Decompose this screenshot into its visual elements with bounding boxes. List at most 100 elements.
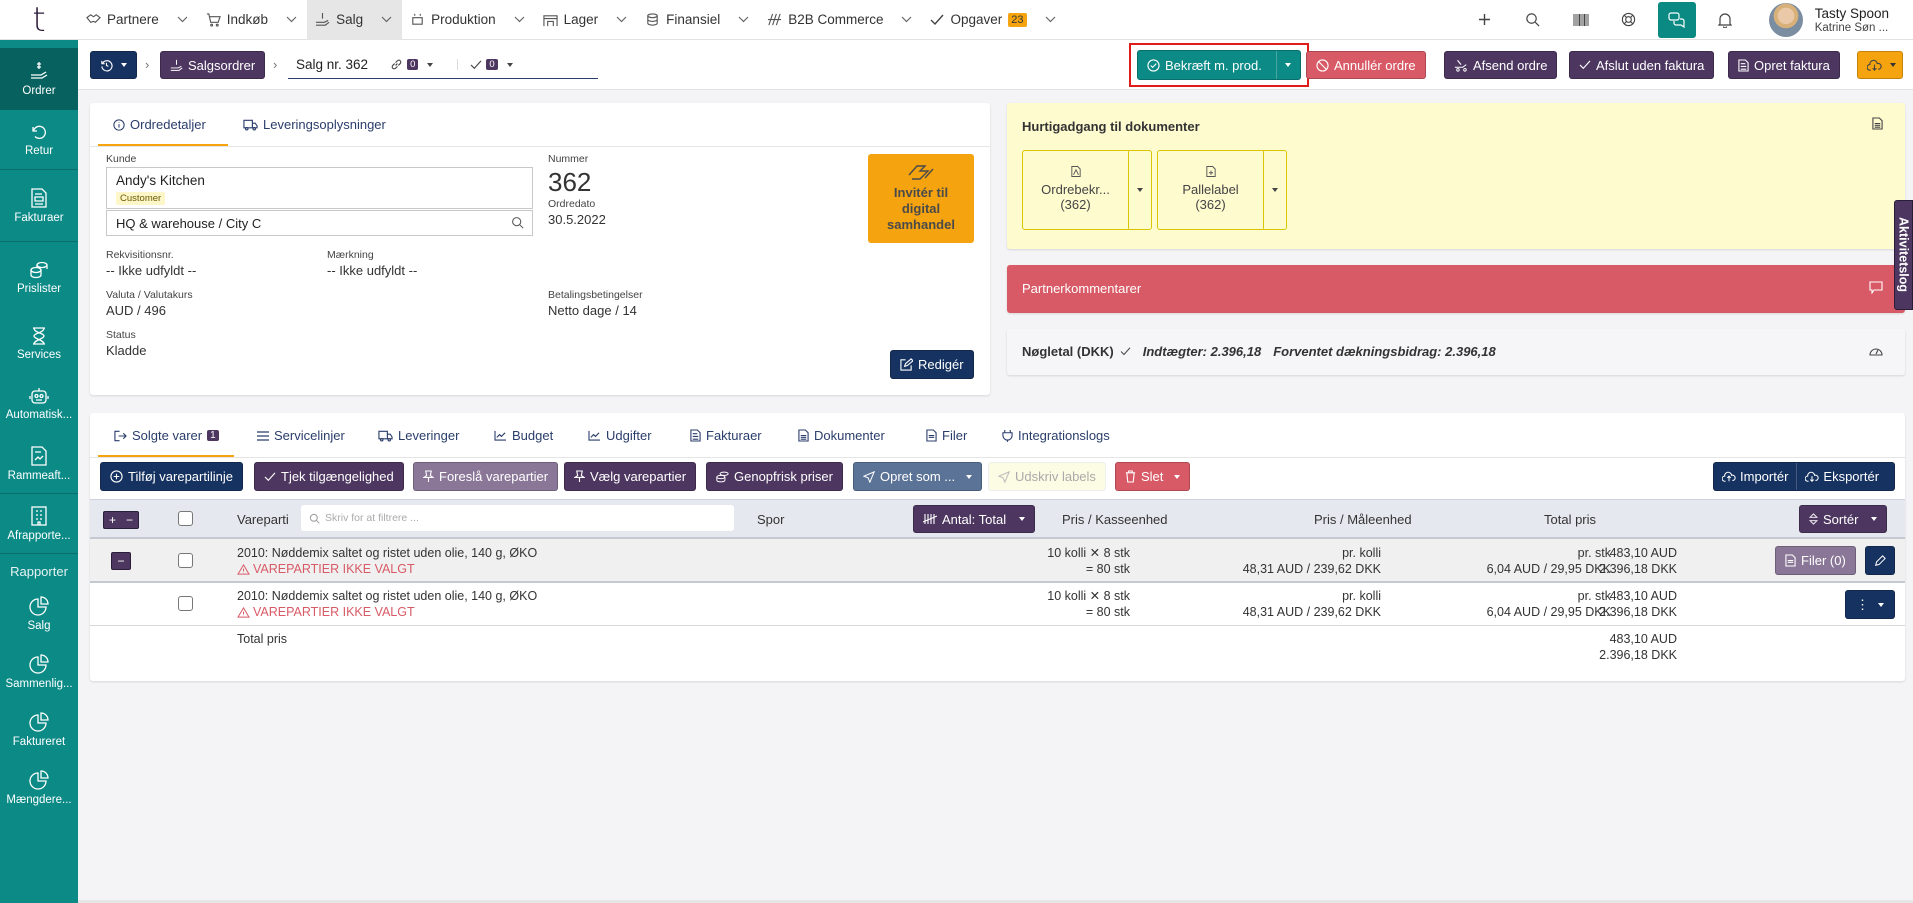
sidebar-item-ordrer[interactable]: Ordrer bbox=[0, 48, 78, 110]
table-row[interactable]: 2010: Nøddemix saltet og ristet uden oli… bbox=[90, 583, 1905, 626]
sidebar-item-prislister[interactable]: Prislister bbox=[0, 242, 78, 314]
nav-opgaver[interactable]: Opgaver 23 bbox=[922, 0, 1065, 40]
chevron-down-icon[interactable] bbox=[514, 16, 525, 23]
choose-lots-button[interactable]: Vælg varepartier bbox=[564, 462, 697, 491]
row-actions-menu[interactable]: ⋮ bbox=[1845, 590, 1895, 619]
sidebar-report-faktureret[interactable]: Faktureret bbox=[0, 701, 78, 759]
nav-b2b-commerce[interactable]: B2B Commerce bbox=[759, 0, 922, 40]
app-logo[interactable]: t bbox=[0, 0, 78, 40]
history-button[interactable] bbox=[90, 51, 137, 79]
collapse-row-button[interactable]: − bbox=[111, 552, 131, 570]
lifebuoy-icon[interactable] bbox=[1605, 0, 1653, 40]
row-product-name[interactable]: 2010: Nøddemix saltet og ristet uden oli… bbox=[237, 588, 537, 604]
invite-digital-trade-button[interactable]: Invitér til digital samhandel bbox=[868, 154, 974, 243]
expand-collapse-all[interactable]: + − bbox=[103, 511, 139, 529]
edit-button[interactable]: Redigér bbox=[890, 350, 974, 379]
create-invoice-button[interactable]: Opret faktura bbox=[1728, 51, 1840, 79]
cloud-actions-button[interactable] bbox=[1857, 51, 1903, 79]
nav-lager[interactable]: Lager bbox=[535, 0, 638, 40]
expand-all-icon[interactable]: + bbox=[109, 513, 116, 527]
suggest-lots-button[interactable]: Foreslå varepartier bbox=[413, 462, 559, 491]
tab-leveringer[interactable]: Leveringer bbox=[378, 428, 459, 443]
import-button[interactable]: Importér bbox=[1714, 463, 1798, 490]
doc-order-confirmation[interactable]: Ordrebekr... (362) bbox=[1022, 150, 1152, 230]
select-all-checkbox[interactable] bbox=[178, 511, 193, 526]
customer-input[interactable]: Andy's Kitchen Customer bbox=[106, 167, 533, 209]
tab-filer[interactable]: Filer bbox=[926, 428, 967, 443]
confirm-production-button[interactable]: Bekræft m. prod. bbox=[1137, 50, 1301, 80]
tab-leveringsoplysninger[interactable]: Leveringsoplysninger bbox=[243, 117, 386, 132]
chevron-down-icon[interactable] bbox=[738, 16, 749, 23]
chevron-down-icon[interactable] bbox=[381, 16, 392, 23]
document-icon[interactable] bbox=[1872, 117, 1883, 130]
partner-comments-panel[interactable]: Partnerkommentarer bbox=[1007, 265, 1905, 313]
sidebar-report-sammenligning[interactable]: Sammenlig... bbox=[0, 643, 78, 701]
sidebar-item-services[interactable]: Services bbox=[0, 314, 78, 374]
nav-finansiel[interactable]: Finansiel bbox=[637, 0, 759, 40]
comment-icon[interactable] bbox=[1869, 281, 1883, 294]
chevron-down-icon[interactable] bbox=[901, 16, 912, 23]
nav-partnere[interactable]: Partnere bbox=[78, 0, 198, 40]
tab-dokumenter[interactable]: Dokumenter bbox=[798, 428, 885, 443]
add-icon[interactable] bbox=[1461, 0, 1509, 40]
search-icon[interactable] bbox=[1509, 0, 1557, 40]
add-line-button[interactable]: Tilføj varepartilinje bbox=[100, 462, 243, 491]
export-button[interactable]: Eksportér bbox=[1797, 463, 1887, 490]
activity-log-tab[interactable]: Aktivitetslog bbox=[1894, 200, 1913, 310]
search-icon[interactable] bbox=[511, 216, 524, 229]
close-without-invoice-button[interactable]: Afslut uden faktura bbox=[1569, 51, 1715, 79]
sidebar-report-maengde[interactable]: Mængdere... bbox=[0, 759, 78, 817]
send-order-button[interactable]: Afsend ordre bbox=[1444, 51, 1558, 79]
chat-icon[interactable] bbox=[1657, 1, 1696, 38]
doc-open[interactable]: Ordrebekr... (362) bbox=[1023, 151, 1128, 229]
chevron-down-icon[interactable] bbox=[286, 16, 297, 23]
sidebar-item-afrapportering[interactable]: Afrapporte... bbox=[0, 494, 78, 554]
tab-solgte-varer[interactable]: Solgte varer 1 bbox=[114, 428, 219, 443]
sort-button[interactable]: Sortér bbox=[1799, 505, 1888, 533]
tab-udgifter[interactable]: Udgifter bbox=[588, 428, 652, 443]
bell-icon[interactable] bbox=[1701, 0, 1749, 40]
quantity-mode-button[interactable]: Antal: Total bbox=[913, 505, 1036, 533]
chevron-down-icon[interactable] bbox=[616, 16, 627, 23]
row-files-button[interactable]: Filer (0) bbox=[1775, 546, 1856, 575]
doc-dropdown-toggle[interactable] bbox=[1263, 151, 1286, 229]
check-availability-button[interactable]: Tjek tilgængelighed bbox=[254, 462, 404, 491]
sidebar-item-retur[interactable]: Retur bbox=[0, 110, 78, 170]
barcode-icon[interactable] bbox=[1557, 0, 1605, 40]
row-checkbox[interactable] bbox=[178, 596, 193, 611]
nav-salg[interactable]: Salg bbox=[307, 0, 403, 40]
tab-budget[interactable]: Budget bbox=[494, 428, 553, 443]
sidebar-item-rammeaftaler[interactable]: Rammeaft... bbox=[0, 434, 78, 494]
doc-pallet-label[interactable]: Pallelabel (362) bbox=[1157, 150, 1287, 230]
cancel-order-button[interactable]: Annullér ordre bbox=[1306, 51, 1426, 79]
checks-dropdown[interactable]: 0 bbox=[457, 59, 513, 70]
refresh-prices-button[interactable]: Genopfrisk priser bbox=[706, 462, 843, 491]
tab-fakturaer[interactable]: Fakturaer bbox=[690, 428, 762, 443]
tab-ordredetaljer[interactable]: Ordredetaljer bbox=[113, 117, 206, 132]
confirm-dropdown-toggle[interactable] bbox=[1276, 51, 1291, 79]
delete-button[interactable]: Slet bbox=[1115, 462, 1191, 491]
tab-servicelinjer[interactable]: Servicelinjer bbox=[257, 428, 345, 443]
collapse-all-icon[interactable]: − bbox=[126, 513, 133, 527]
breadcrumb-salgsordrer[interactable]: Salgsordrer bbox=[160, 51, 266, 79]
doc-open[interactable]: Pallelabel (362) bbox=[1158, 151, 1263, 229]
table-row[interactable]: − 2010: Nøddemix saltet og ristet uden o… bbox=[90, 539, 1905, 583]
filter-input[interactable]: Skriv for at filtrere ... bbox=[301, 505, 734, 531]
sidebar-item-automatisk[interactable]: Automatisk... bbox=[0, 374, 78, 434]
links-dropdown[interactable]: 0 bbox=[390, 58, 434, 71]
sidebar-report-salg[interactable]: Salg bbox=[0, 585, 78, 643]
row-edit-button[interactable] bbox=[1865, 546, 1895, 575]
tab-integrationslogs[interactable]: Integrationslogs bbox=[1002, 428, 1110, 443]
chevron-down-icon[interactable] bbox=[177, 16, 188, 23]
address-input[interactable]: HQ & warehouse / City C bbox=[106, 210, 533, 236]
doc-dropdown-toggle[interactable] bbox=[1128, 151, 1151, 229]
user-menu[interactable]: Tasty Spoon Katrine Søn ... bbox=[1768, 2, 1889, 37]
row-checkbox[interactable] bbox=[178, 553, 193, 568]
create-as-button[interactable]: Opret som ... bbox=[853, 462, 983, 491]
row-product-name[interactable]: 2010: Nøddemix saltet og ristet uden oli… bbox=[237, 545, 537, 561]
nav-indkob[interactable]: Indkøb bbox=[198, 0, 307, 40]
sidebar-item-fakturaer[interactable]: Fakturaer bbox=[0, 170, 78, 242]
gauge-icon[interactable] bbox=[1869, 344, 1883, 357]
chevron-down-icon[interactable] bbox=[1045, 16, 1056, 23]
nav-produktion[interactable]: Produktion bbox=[402, 0, 535, 40]
